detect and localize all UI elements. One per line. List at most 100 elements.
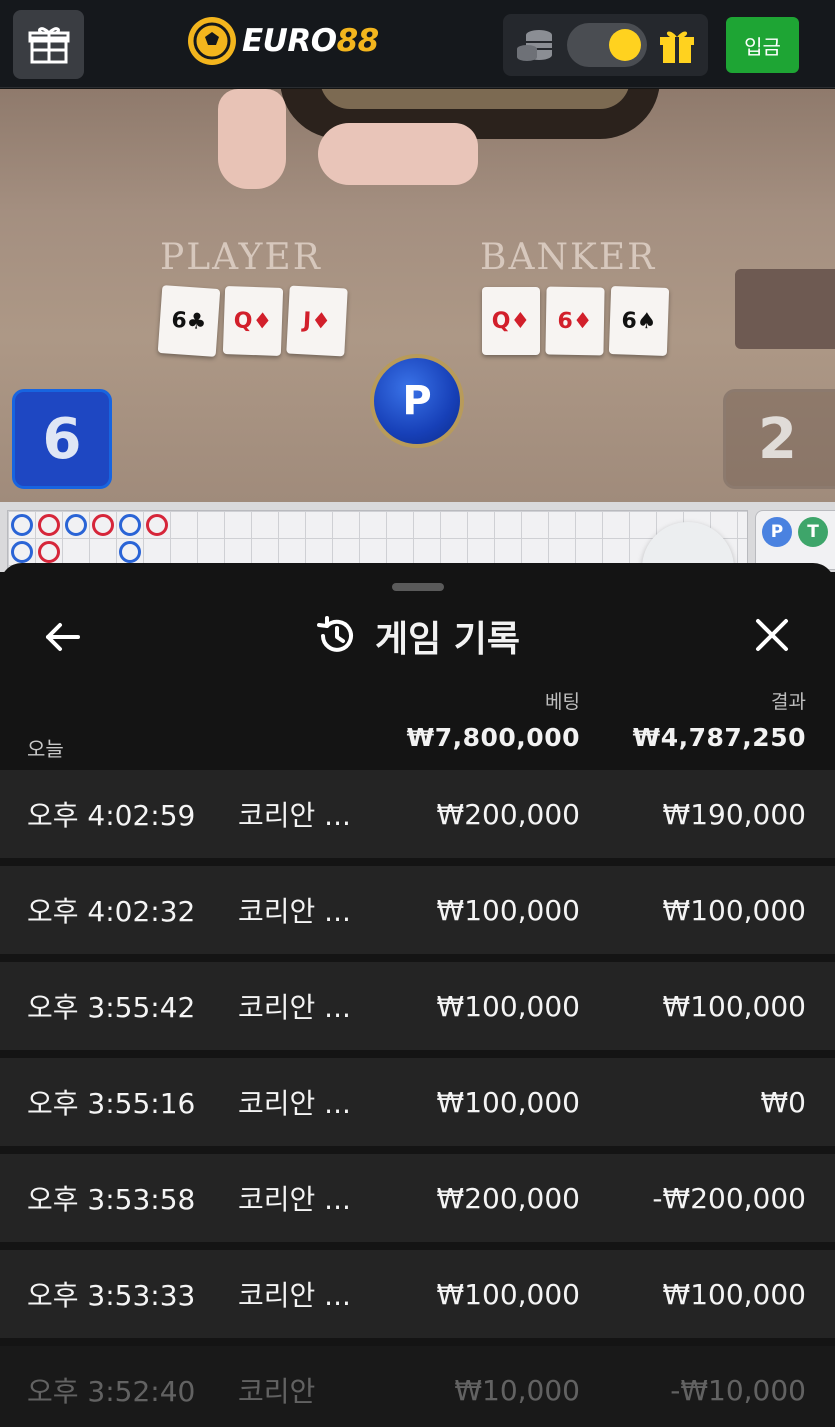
gift-box-menu-icon xyxy=(28,26,69,63)
row-result: ₩190,000 xyxy=(662,797,806,831)
row-result: ₩0 xyxy=(760,1085,807,1119)
banker-card: 6 ♦ xyxy=(545,286,605,356)
row-game-name: 코리안 ... xyxy=(238,799,351,832)
total-result: ₩4,787,250 xyxy=(632,723,806,752)
result-column-header: 결과 xyxy=(771,691,806,713)
card-shoe xyxy=(735,269,835,349)
close-button[interactable] xyxy=(750,613,794,657)
history-list: 오후 4:02:59 코리안 ... ₩200,000 ₩190,000 오후 4:02… xyxy=(0,770,835,1427)
live-video-stream[interactable]: PLAYER BANKER 6 ♣ Q ♦ J ♦ Q ♦ 6 ♦ 6 ♠ P 6 2 xyxy=(0,89,835,502)
card-suit: ♦ xyxy=(510,308,531,334)
row-time: 오후 3:55:16 xyxy=(27,1087,196,1120)
card-rank: Q xyxy=(491,308,511,334)
balance-toggle[interactable] xyxy=(567,23,647,67)
row-bet: ₩200,000 xyxy=(436,1181,580,1215)
player-card: 6 ♣ xyxy=(157,285,221,357)
coins-icon[interactable] xyxy=(515,27,555,63)
card-rank: 6 xyxy=(170,307,188,334)
road-dot-banker xyxy=(146,514,168,536)
banker-score: 2 xyxy=(723,389,835,489)
card-suit: ♦ xyxy=(252,308,273,335)
bet-column-header: 베팅 xyxy=(545,691,580,713)
row-game-name: 코리안 ... xyxy=(238,1087,351,1120)
card-rank: 6 xyxy=(621,307,638,334)
player-score: 6 xyxy=(12,389,112,489)
row-result: -₩200,000 xyxy=(652,1181,806,1215)
history-row[interactable]: 오후 4:02:32 코리안 ... ₩100,000 ₩100,000 xyxy=(0,866,835,954)
road-dot-player xyxy=(11,541,33,563)
road-dot-player xyxy=(119,514,141,536)
card-rank: Q xyxy=(233,307,253,334)
road-dot-banker xyxy=(38,514,60,536)
row-bet: ₩100,000 xyxy=(436,1277,580,1311)
player-card: J ♦ xyxy=(286,285,348,357)
gift-icon[interactable] xyxy=(657,25,697,65)
row-time: 오후 3:55:42 xyxy=(27,991,196,1024)
road-dot-player xyxy=(119,541,141,563)
brand-logo[interactable]: EURO88 xyxy=(188,16,379,66)
dealer-left-hand xyxy=(218,89,286,189)
row-result: ₩100,000 xyxy=(662,989,806,1023)
card-rank: 6 xyxy=(557,308,573,334)
card-suit: ♣ xyxy=(185,308,208,335)
road-side-panel[interactable]: P T xyxy=(755,510,835,570)
result-chip: P xyxy=(370,354,464,448)
today-label: 오늘 xyxy=(27,737,64,761)
history-row[interactable]: 오후 3:52:40 코리안 ₩10,000 -₩10,000 xyxy=(0,1346,835,1427)
row-bet: ₩100,000 xyxy=(436,1085,580,1119)
wallet-panel xyxy=(503,14,708,76)
row-time: 오후 4:02:59 xyxy=(27,799,196,832)
game-history-sheet: 게임 기록 베팅 결과 오늘 ₩7,800,000 ₩4,787,250 오후 … xyxy=(0,563,835,1427)
player-card: Q ♦ xyxy=(222,286,284,356)
row-game-name: 코리안 ... xyxy=(238,1279,351,1312)
menu-button[interactable] xyxy=(13,10,84,79)
row-time: 오후 3:53:58 xyxy=(27,1183,196,1216)
close-icon xyxy=(756,619,788,651)
row-result: ₩100,000 xyxy=(662,1277,806,1311)
row-bet: ₩10,000 xyxy=(454,1373,580,1407)
brand-name: EURO88 xyxy=(242,23,379,59)
row-game-name: 코리안 ... xyxy=(238,1183,351,1216)
player-table-label: PLAYER xyxy=(160,237,322,278)
row-result: ₩100,000 xyxy=(662,893,806,927)
history-summary: 베팅 결과 오늘 ₩7,800,000 ₩4,787,250 xyxy=(0,675,835,771)
card-suit: ♠ xyxy=(636,308,657,335)
row-game-name: 코리안 ... xyxy=(238,991,351,1024)
side-player-indicator: P xyxy=(762,517,792,547)
sheet-grabber[interactable] xyxy=(392,583,444,591)
row-time: 오후 4:02:32 xyxy=(27,895,196,928)
road-dot-banker xyxy=(38,541,60,563)
banker-card: 6 ♠ xyxy=(608,286,670,356)
history-icon xyxy=(316,616,353,652)
row-bet: ₩100,000 xyxy=(436,893,580,927)
sheet-title: 게임 기록 xyxy=(374,619,520,660)
banker-table-label: BANKER xyxy=(480,237,657,278)
soccer-ball-icon xyxy=(188,17,236,65)
banker-card: Q ♦ xyxy=(482,287,540,355)
row-bet: ₩200,000 xyxy=(436,797,580,831)
top-bar: EURO88 입금 xyxy=(0,0,835,88)
total-bet: ₩7,800,000 xyxy=(406,723,580,752)
bead-road-grid[interactable] xyxy=(7,510,748,570)
history-row[interactable]: 오후 3:53:58 코리안 ... ₩200,000 -₩200,000 xyxy=(0,1154,835,1242)
history-row[interactable]: 오후 3:55:16 코리안 ... ₩100,000 ₩0 xyxy=(0,1058,835,1146)
card-suit: ♦ xyxy=(310,308,332,335)
row-game-name: 코리안 ... xyxy=(238,895,351,928)
row-game-name: 코리안 xyxy=(238,1375,316,1408)
dealer-dress xyxy=(320,89,630,109)
row-time: 오후 3:52:40 xyxy=(27,1375,196,1408)
row-bet: ₩100,000 xyxy=(436,989,580,1023)
sheet-header: 게임 기록 xyxy=(0,611,835,661)
road-dot-player xyxy=(11,514,33,536)
road-dot-player xyxy=(65,514,87,536)
side-tie-indicator: T xyxy=(798,517,828,547)
dealer-right-hand xyxy=(318,123,478,185)
history-row[interactable]: 오후 3:55:42 코리안 ... ₩100,000 ₩100,000 xyxy=(0,962,835,1050)
deposit-button[interactable]: 입금 xyxy=(726,17,799,73)
history-row[interactable]: 오후 3:53:33 코리안 ... ₩100,000 ₩100,000 xyxy=(0,1250,835,1338)
history-row[interactable]: 오후 4:02:59 코리안 ... ₩200,000 ₩190,000 xyxy=(0,770,835,858)
row-time: 오후 3:53:33 xyxy=(27,1279,196,1312)
card-suit: ♦ xyxy=(572,308,593,334)
road-dot-banker xyxy=(92,514,114,536)
toggle-knob xyxy=(609,29,641,61)
